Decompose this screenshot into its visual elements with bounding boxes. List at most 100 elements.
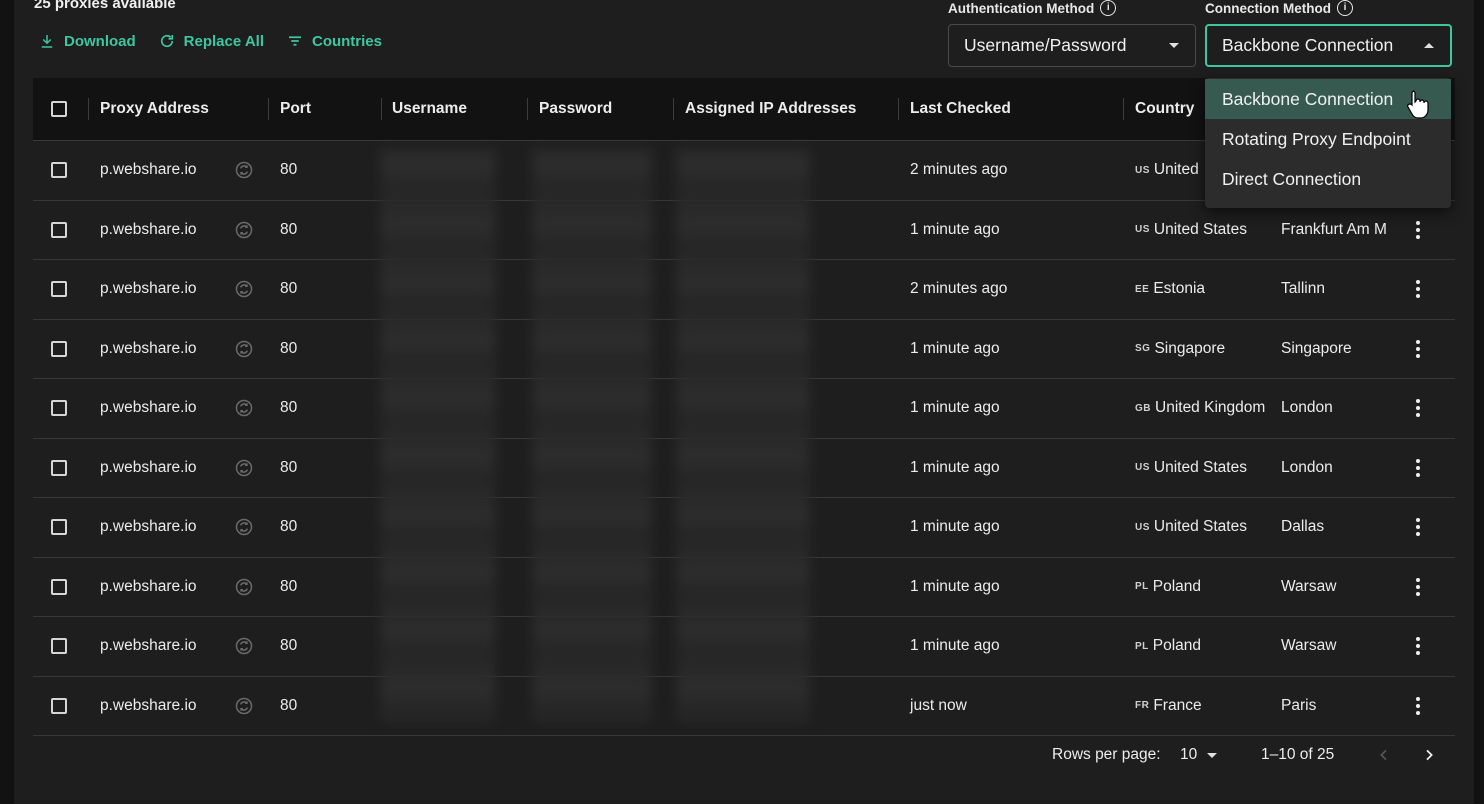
- row-checkbox[interactable]: [51, 697, 67, 714]
- countries-button[interactable]: Countries: [286, 32, 382, 50]
- proxy-port: 80: [280, 339, 298, 357]
- row-checkbox-cell: [51, 379, 67, 437]
- city: Warsaw: [1281, 577, 1337, 595]
- row-checkbox-cell: [51, 201, 67, 259]
- proxy-address: p.webshare.io: [100, 518, 197, 535]
- menu-item-direct[interactable]: Direct Connection: [1205, 159, 1451, 199]
- column-header-password[interactable]: Password: [539, 78, 612, 140]
- previous-page-button[interactable]: [1376, 740, 1392, 770]
- replace-all-button[interactable]: Replace All: [158, 32, 264, 50]
- column-header-proxy-address[interactable]: Proxy Address: [100, 78, 209, 140]
- auth-method-select[interactable]: Username/Password: [948, 24, 1196, 67]
- row-checkbox[interactable]: [51, 162, 67, 178]
- column-header-last-checked[interactable]: Last Checked: [910, 78, 1011, 140]
- country-name: United States: [1153, 458, 1247, 476]
- rotate-icon[interactable]: [234, 379, 254, 437]
- chevron-left-icon: [1380, 749, 1387, 761]
- country-name: Singapore: [1154, 339, 1226, 357]
- more-vert-icon: [1416, 399, 1420, 417]
- rotate-icon[interactable]: [234, 260, 254, 318]
- row-checkbox-cell: [51, 617, 67, 675]
- country-code: US: [1135, 462, 1150, 473]
- city: Dallas: [1281, 518, 1325, 535]
- last-checked: 2 minutes ago: [910, 161, 1008, 178]
- country-cell: SG Singapore: [1135, 320, 1225, 378]
- row-checkbox[interactable]: [51, 638, 67, 654]
- rotate-icon[interactable]: [234, 320, 254, 378]
- country-cell: US United States: [1135, 498, 1247, 556]
- row-checkbox-cell: [51, 677, 67, 735]
- rotate-icon[interactable]: [234, 677, 254, 735]
- proxy-port: 80: [280, 220, 298, 238]
- download-button[interactable]: Download: [38, 32, 136, 50]
- column-header-country[interactable]: Country: [1135, 78, 1194, 140]
- row-actions-button[interactable]: [1416, 498, 1420, 556]
- next-page-button[interactable]: [1421, 740, 1437, 770]
- row-actions-button[interactable]: [1416, 617, 1420, 675]
- last-checked: 2 minutes ago: [910, 280, 1008, 297]
- row-checkbox[interactable]: [51, 578, 67, 595]
- rotate-icon[interactable]: [234, 617, 254, 675]
- country-code: US: [1135, 164, 1150, 176]
- country-cell: FR France: [1135, 677, 1202, 735]
- more-vert-icon: [1416, 577, 1420, 596]
- assigned-ip-redacted: [676, 148, 810, 722]
- page-range: 1–10 of 25: [1261, 746, 1335, 763]
- country-name: United States: [1153, 220, 1247, 238]
- city: Tallinn: [1281, 280, 1325, 297]
- row-checkbox[interactable]: [51, 340, 67, 357]
- city: London: [1281, 399, 1333, 416]
- row-actions-button[interactable]: [1416, 379, 1420, 437]
- proxy-port: 80: [280, 399, 298, 416]
- proxy-port: 80: [280, 637, 298, 654]
- row-checkbox[interactable]: [51, 221, 67, 238]
- row-actions-button[interactable]: [1416, 320, 1420, 378]
- row-checkbox[interactable]: [51, 459, 67, 476]
- country-name: United: [1153, 161, 1199, 178]
- row-actions-button[interactable]: [1416, 677, 1420, 735]
- proxy-count-title: 25 proxies available: [34, 0, 176, 12]
- info-icon[interactable]: i: [1100, 0, 1117, 16]
- rows-per-page-select[interactable]: 10: [1180, 740, 1218, 770]
- connection-method-select[interactable]: Backbone Connection: [1205, 24, 1452, 67]
- proxy-address: p.webshare.io: [100, 696, 197, 714]
- column-header-assigned-ips[interactable]: Assigned IP Addresses: [685, 78, 856, 140]
- country-cell: EE Estonia: [1135, 260, 1205, 318]
- download-label: Download: [64, 32, 136, 50]
- last-checked: 1 minute ago: [910, 220, 1000, 238]
- column-header-port[interactable]: Port: [280, 78, 311, 140]
- proxy-address: p.webshare.io: [100, 577, 197, 595]
- row-actions-button[interactable]: [1416, 260, 1420, 318]
- rotate-icon[interactable]: [234, 201, 254, 259]
- connection-method-label: Connection Method i: [1205, 0, 1353, 16]
- menu-item-rotating[interactable]: Rotating Proxy Endpoint: [1205, 119, 1451, 159]
- select-all-checkbox[interactable]: [51, 101, 67, 117]
- row-checkbox-cell: [51, 141, 67, 199]
- rotate-icon[interactable]: [234, 498, 254, 556]
- dropdown-arrow-up-icon: [1424, 43, 1434, 48]
- row-checkbox[interactable]: [51, 281, 67, 297]
- row-checkbox[interactable]: [51, 519, 67, 535]
- info-icon[interactable]: i: [1336, 0, 1353, 16]
- rotate-icon[interactable]: [234, 439, 254, 497]
- auth-method-label: Authentication Method i: [948, 0, 1117, 16]
- dropdown-arrow-icon: [1169, 43, 1179, 48]
- hand-cursor-icon: [1407, 90, 1429, 119]
- chevron-down-icon: [1207, 752, 1218, 758]
- city: Singapore: [1281, 339, 1352, 357]
- proxy-port: 80: [280, 696, 298, 714]
- rotate-icon[interactable]: [234, 558, 254, 616]
- country-code: EE: [1135, 283, 1150, 295]
- country-code: FR: [1135, 700, 1150, 711]
- last-checked: 1 minute ago: [910, 637, 1000, 654]
- rotate-icon[interactable]: [234, 141, 254, 199]
- more-vert-icon: [1416, 518, 1420, 536]
- row-checkbox[interactable]: [51, 400, 67, 416]
- city: Warsaw: [1281, 637, 1337, 654]
- row-actions-button[interactable]: [1416, 558, 1420, 616]
- proxy-port: 80: [280, 518, 298, 535]
- row-actions-button[interactable]: [1416, 439, 1420, 497]
- column-header-username[interactable]: Username: [392, 78, 467, 140]
- country-cell: US United States: [1135, 201, 1247, 259]
- row-actions-button[interactable]: [1416, 201, 1420, 259]
